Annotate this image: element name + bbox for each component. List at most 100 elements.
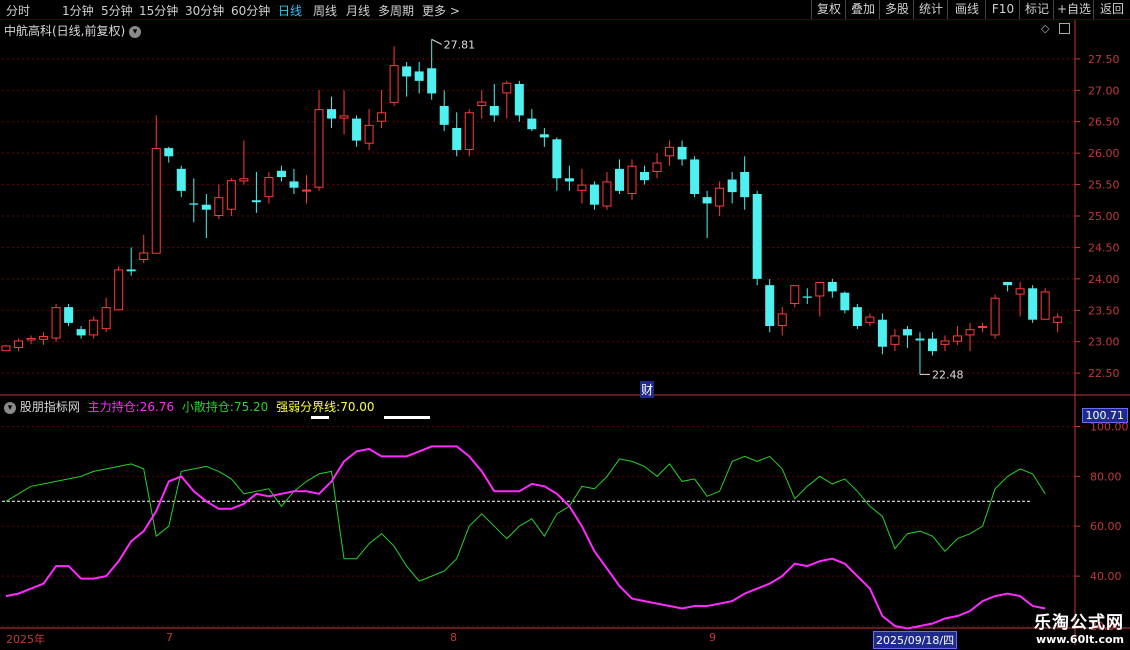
candle-body bbox=[452, 128, 462, 150]
main-tick-label: 26.00 bbox=[1088, 147, 1120, 160]
main-tick-label: 27.50 bbox=[1088, 53, 1120, 66]
candle-body bbox=[552, 139, 562, 179]
candle-body bbox=[527, 118, 537, 130]
candle-body bbox=[126, 269, 136, 272]
main-tick-label: 23.50 bbox=[1088, 304, 1120, 317]
candle-body bbox=[1, 345, 11, 352]
candle-body bbox=[89, 319, 99, 336]
candle-body bbox=[652, 162, 662, 172]
candle-body bbox=[577, 184, 587, 191]
main-tick-label: 24.50 bbox=[1088, 241, 1120, 254]
candle-body bbox=[715, 187, 725, 207]
candle-body bbox=[514, 84, 524, 116]
candle-body bbox=[927, 338, 937, 352]
candle-body bbox=[164, 148, 174, 157]
main-tick-label: 22.50 bbox=[1088, 367, 1120, 380]
candle-body bbox=[427, 68, 437, 94]
date-label-sep: 9 bbox=[709, 631, 716, 644]
candle-body bbox=[139, 252, 149, 260]
candle-body bbox=[953, 335, 963, 342]
candle-body bbox=[702, 197, 712, 204]
candle-body bbox=[189, 203, 199, 205]
candle-body bbox=[377, 112, 387, 122]
candle-body bbox=[114, 269, 124, 311]
candle-body bbox=[865, 316, 875, 323]
candle-body bbox=[902, 329, 912, 336]
main-line bbox=[5, 445, 1046, 630]
candle-body bbox=[727, 179, 737, 193]
candle-body bbox=[752, 194, 762, 279]
candle-body bbox=[439, 106, 449, 125]
candle-body bbox=[364, 124, 374, 144]
candle-body bbox=[101, 307, 111, 330]
candle-body bbox=[852, 307, 862, 326]
candle-body bbox=[665, 146, 675, 157]
ind-tick-label: 40.00 bbox=[1090, 570, 1122, 583]
candle-body bbox=[539, 134, 549, 138]
candle-body bbox=[402, 66, 412, 77]
candle-body bbox=[151, 148, 161, 254]
candle-body bbox=[827, 282, 837, 292]
candle-body bbox=[627, 165, 637, 194]
retail-line bbox=[5, 455, 1046, 582]
high-label: 27.81 bbox=[444, 38, 476, 51]
candle-body bbox=[339, 115, 349, 119]
candle-body bbox=[978, 326, 988, 328]
candle-body bbox=[877, 319, 887, 347]
main-tick-label: 25.50 bbox=[1088, 179, 1120, 192]
candle-body bbox=[264, 177, 274, 198]
candle-body bbox=[1053, 316, 1063, 323]
candle-body bbox=[1028, 288, 1038, 320]
candle-body bbox=[589, 184, 599, 205]
candle-body bbox=[239, 178, 249, 182]
candle-body bbox=[790, 285, 800, 304]
candle-body bbox=[990, 297, 1000, 336]
candle-body bbox=[276, 170, 286, 178]
candle-body bbox=[214, 197, 224, 216]
main-tick-label: 24.00 bbox=[1088, 273, 1120, 286]
date-label-jul: 7 bbox=[166, 631, 173, 644]
candle-body bbox=[802, 296, 812, 298]
chart-canvas[interactable]: 27.81 22.48 22.50 23.00 23.50 24.00 24.50 25.0… bbox=[0, 0, 1130, 650]
candle-body bbox=[301, 189, 311, 192]
candle-body bbox=[289, 181, 299, 188]
candle-body bbox=[502, 82, 512, 94]
candle-body bbox=[740, 172, 750, 198]
candle-body bbox=[314, 109, 324, 188]
candle-body bbox=[640, 172, 650, 181]
candle-body bbox=[1015, 288, 1025, 295]
high-marker-line bbox=[431, 38, 442, 45]
candle-body bbox=[677, 146, 687, 160]
candle-body bbox=[226, 180, 236, 210]
ind-tick-label: 100.00 bbox=[1090, 420, 1129, 433]
candle-body bbox=[489, 106, 499, 116]
candle-body bbox=[14, 340, 24, 349]
candle-body bbox=[51, 307, 61, 339]
main-tick-label: 25.00 bbox=[1088, 210, 1120, 223]
date-label-aug: 8 bbox=[450, 631, 457, 644]
candle-body bbox=[564, 178, 574, 182]
candle-body bbox=[464, 112, 474, 150]
low-label: 22.48 bbox=[932, 368, 964, 381]
watermark: 乐淘公式网 www.60lt.com bbox=[1034, 608, 1124, 646]
candle-body bbox=[915, 338, 925, 341]
candle-body bbox=[39, 336, 49, 340]
marker-caibao[interactable]: 财 bbox=[640, 381, 655, 398]
candle-body bbox=[26, 337, 36, 341]
candle-body bbox=[477, 101, 487, 106]
candle-body bbox=[765, 285, 775, 326]
candle-body bbox=[965, 329, 975, 336]
candle-body bbox=[890, 335, 900, 345]
candle-body bbox=[76, 329, 86, 336]
cursor-date: 2025/09/18/四 bbox=[873, 631, 958, 649]
ind-tick-label: 60.00 bbox=[1090, 520, 1122, 533]
watermark-title: 乐淘公式网 bbox=[1034, 613, 1124, 633]
main-tick-label: 23.00 bbox=[1088, 336, 1120, 349]
candle-body bbox=[201, 204, 211, 210]
candle-body bbox=[840, 292, 850, 311]
candle-body bbox=[389, 65, 399, 103]
candle-body bbox=[327, 109, 337, 119]
candle-body bbox=[1040, 291, 1050, 320]
watermark-url: www.60lt.com bbox=[1035, 633, 1124, 646]
candle-body bbox=[1003, 282, 1013, 286]
